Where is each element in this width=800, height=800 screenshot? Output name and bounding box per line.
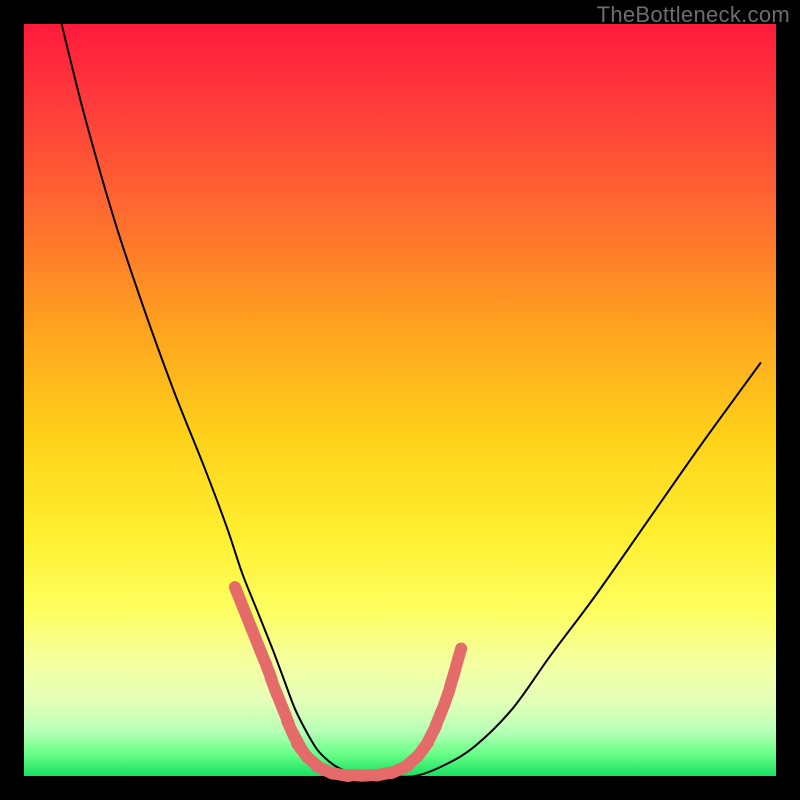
marker-point <box>450 670 455 687</box>
chart-area <box>24 24 776 776</box>
chart-svg <box>24 24 776 776</box>
marker-point <box>456 649 461 666</box>
highlighted-markers <box>235 587 461 776</box>
watermark-text: TheBottleneck.com <box>597 2 790 28</box>
bottleneck-curve <box>62 24 761 777</box>
